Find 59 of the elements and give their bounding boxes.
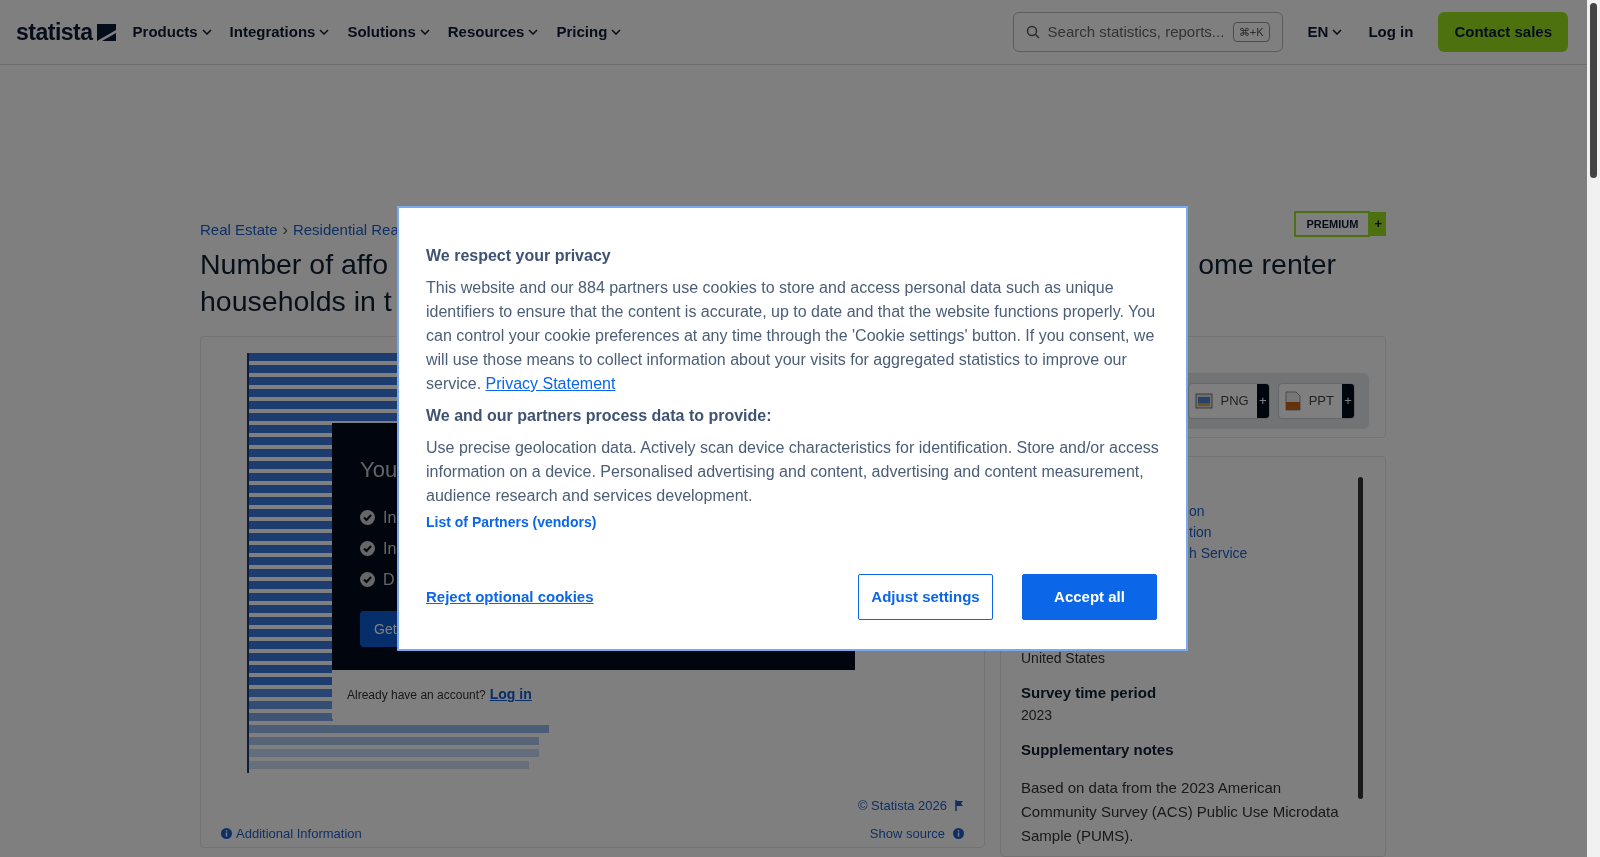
image-file-icon	[1194, 392, 1213, 410]
logo-mark-icon	[96, 23, 116, 41]
field-value: 2023	[1021, 706, 1054, 725]
language-menu[interactable]: EN	[1298, 20, 1352, 44]
breadcrumb-separator: ›	[282, 220, 288, 240]
paywall-heading: You	[360, 456, 398, 484]
login-link[interactable]: Log in	[489, 684, 532, 705]
details-link[interactable]: on	[1189, 503, 1205, 519]
field-label: Survey time period	[1021, 683, 1158, 703]
chevron-down-icon	[611, 29, 622, 35]
chevron-down-icon	[419, 29, 430, 35]
chevron-down-icon	[528, 29, 539, 35]
info-icon	[221, 827, 232, 839]
field-label: Supplementary notes	[1021, 740, 1175, 760]
dialog-text: This website and our 884 partners use cookies to store and access personal data such as unique identifiers to ensure that the content is accurate, up to date and that the website functions properly. You can control your cookie preferences at any time through the 'Cookie settings' button. If you consent, we will use those means to collect information about your visits for aggregated statistics to improve our service. Privacy Statement	[426, 278, 1157, 394]
contact-sales-button[interactable]: Contact sales	[1438, 12, 1568, 52]
nav-menu[interactable]: Solutions	[338, 20, 439, 44]
check-circle-icon	[360, 541, 375, 556]
chevron-down-icon	[1332, 29, 1343, 35]
dialog-title: We respect your privacy	[426, 246, 612, 266]
accept-button[interactable]: Accept all	[1022, 574, 1157, 620]
adjust-settings-button[interactable]: Adjust settings	[858, 574, 993, 620]
account-text: Already have an account?	[347, 686, 486, 704]
download-button[interactable]: PNG +	[1187, 383, 1270, 419]
additional-info-link[interactable]: Additional Information	[221, 823, 362, 843]
search-icon	[1025, 25, 1040, 39]
feature-text: D	[383, 569, 395, 590]
copyright-text: © Statista 2026	[857, 797, 947, 815]
field-value: United States	[1021, 649, 1107, 668]
search-field[interactable]: Search statistics, reports... ⌘+K	[1012, 12, 1283, 52]
dialog-text: Use precise geolocation data. Actively scan device characteristics for identification. Store and/or access information on a device. Personalised advertising and content, advertising and content measurement, audience research and services development.	[426, 438, 1159, 506]
details-link[interactable]: tion	[1189, 524, 1212, 540]
shortcut-key: ⌘+K	[1232, 21, 1270, 43]
feature-text: In	[383, 538, 397, 559]
page-title: Number of affo households in t	[200, 247, 392, 319]
nav-menu[interactable]: Resources	[438, 20, 548, 44]
dialog-subtitle: We and our partners process data to provide:	[426, 406, 773, 426]
details-link[interactable]: h Service	[1189, 545, 1248, 561]
check-circle-icon	[360, 510, 375, 525]
info-icon	[953, 827, 964, 839]
login-link[interactable]: Log in	[1359, 20, 1423, 44]
vendors-link[interactable]: List of Partners (vendors)	[426, 512, 597, 533]
download-button[interactable]: PPT +	[1277, 383, 1355, 419]
chevron-down-icon	[319, 29, 330, 35]
flag-icon	[955, 800, 964, 812]
nav-menu[interactable]: Pricing	[547, 20, 631, 44]
nav-menu[interactable]: Integrations	[220, 20, 339, 44]
feature-text: In	[383, 507, 397, 528]
chevron-down-icon	[201, 29, 212, 35]
page-title: ome renter	[1198, 247, 1336, 282]
nav-menu[interactable]: Products	[123, 20, 221, 44]
document-icon	[1284, 391, 1301, 411]
privacy-link[interactable]: Privacy Statement	[485, 375, 616, 392]
breadcrumb-link[interactable]: Real Estate	[200, 218, 278, 242]
check-circle-icon	[360, 572, 375, 587]
field-value: Based on data from the 2023 American Community Survey (ACS) Public Use Microdata Sample (PUMS).	[1021, 778, 1340, 846]
reject-link[interactable]: Reject optional cookies	[426, 585, 594, 609]
logo[interactable]: statista	[16, 14, 93, 50]
show-source-link[interactable]: Show source	[869, 823, 964, 843]
